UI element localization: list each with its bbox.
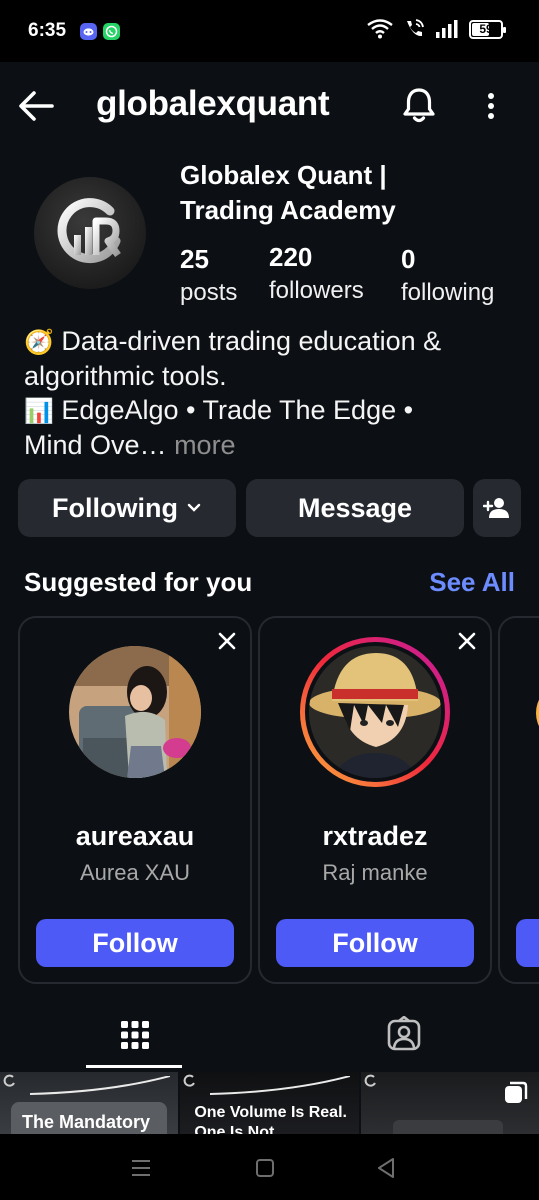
grid-post[interactable]: The Mandatory — [0, 1072, 179, 1134]
post-card-shape — [392, 1120, 503, 1134]
system-nav-bar — [0, 1134, 539, 1200]
battery-level: 59 — [479, 22, 493, 36]
suggested-title: Suggested for you — [24, 567, 253, 597]
suggestion-name: Raj manke — [322, 860, 428, 885]
post-caption-line-1: One Volume Is Real. — [194, 1104, 347, 1121]
bio-line-1: Data-driven trading education & — [61, 326, 442, 356]
post-caption: The Mandatory — [22, 1112, 151, 1132]
see-all-link[interactable]: See All — [429, 567, 515, 598]
followers-label: followers — [269, 277, 364, 304]
follow-button[interactable]: Follow — [36, 919, 234, 967]
discord-icon — [80, 23, 97, 40]
suggestion-card-partial[interactable] — [498, 616, 539, 984]
following-count: 0 — [401, 244, 416, 274]
profile-screen: globalexquant Globalex Quant | Trading A… — [0, 62, 539, 1134]
suggestion-avatar-story-ring[interactable] — [298, 635, 452, 789]
bio-line-2: algorithmic tools. — [24, 361, 227, 391]
post-caption-line-2: One Is Not — [194, 1124, 275, 1134]
close-icon[interactable] — [216, 630, 238, 652]
suggest-people-button[interactable] — [473, 479, 521, 537]
status-time: 6:35 — [28, 20, 67, 41]
grid-post[interactable] — [360, 1072, 539, 1134]
more-vertical-icon[interactable] — [476, 86, 506, 126]
stat-followers[interactable]: 220 followers — [269, 240, 364, 308]
status-bar: 6:35 59 — [0, 0, 539, 62]
bio-more-link[interactable]: more — [174, 430, 236, 460]
whatsapp-icon — [103, 23, 120, 40]
back-nav-icon[interactable] — [376, 1157, 396, 1179]
signal-icon — [436, 20, 458, 38]
add-person-icon — [483, 498, 509, 518]
suggestion-card[interactable]: aureaxau Aurea XAU Follow — [18, 616, 252, 984]
recents-icon[interactable] — [130, 1158, 152, 1178]
profile-actions: Following Message — [0, 479, 539, 537]
carousel-icon — [504, 1081, 528, 1103]
bar-chart-emoji: 📊 — [24, 397, 54, 425]
grid-icon[interactable] — [120, 1020, 150, 1050]
follow-button[interactable] — [516, 919, 539, 967]
suggestion-handle: aureaxau — [75, 821, 195, 851]
suggestion-name: Aurea XAU — [79, 860, 191, 885]
full-name-line-1: Globalex Quant | — [180, 160, 387, 190]
posts-grid: The Mandatory One Volume Is Real. One Is… — [0, 1072, 539, 1134]
following-button[interactable]: Following — [18, 479, 236, 537]
home-icon[interactable] — [255, 1158, 275, 1178]
battery-icon: 59 — [469, 19, 506, 39]
top-bar: globalexquant — [0, 62, 539, 144]
content-tabs — [0, 1002, 539, 1068]
suggestion-card[interactable]: rxtradez Raj manke Follow — [258, 616, 492, 984]
post-logo-icon — [183, 1074, 196, 1087]
wifi-call-icon — [407, 19, 424, 37]
compass-emoji: 🧭 — [24, 328, 54, 356]
posts-label: posts — [180, 279, 238, 306]
bio-line-4: Mind Ove… — [24, 430, 167, 460]
bell-icon[interactable] — [398, 84, 440, 126]
post-logo-icon — [364, 1074, 376, 1087]
active-tab-indicator — [86, 1065, 182, 1068]
stat-following[interactable]: 0 following — [401, 242, 494, 310]
close-icon[interactable] — [456, 630, 478, 652]
post-logo-icon — [3, 1074, 15, 1087]
following-button-label: Following — [52, 492, 178, 523]
wifi-icon — [367, 19, 393, 39]
full-name-line-2: Trading Academy — [180, 195, 396, 225]
profile-avatar[interactable] — [34, 177, 146, 289]
grid-post[interactable]: One Volume Is Real. One Is Not — [180, 1072, 359, 1134]
bio-line-3: EdgeAlgo • Trade The Edge • — [61, 395, 414, 425]
posts-count: 25 — [180, 244, 209, 274]
post-swoosh-decoration — [210, 1076, 351, 1095]
post-swoosh-decoration — [30, 1076, 170, 1095]
globalex-logo-icon — [57, 198, 121, 264]
suggestion-avatar[interactable] — [69, 646, 201, 778]
follow-button[interactable]: Follow — [276, 919, 474, 967]
back-arrow-icon[interactable] — [16, 86, 56, 126]
profile-bio: 🧭 Data-driven trading education & algori… — [24, 324, 524, 462]
tagged-icon[interactable] — [386, 1016, 422, 1052]
following-label: following — [401, 279, 495, 306]
message-button[interactable]: Message — [246, 479, 464, 537]
message-button-label: Message — [297, 492, 413, 523]
followers-count: 220 — [269, 242, 313, 272]
suggestion-handle: rxtradez — [322, 821, 428, 851]
stat-posts[interactable]: 25 posts — [180, 242, 237, 310]
chevron-down-icon — [187, 503, 201, 512]
profile-full-name: Globalex Quant | Trading Academy — [180, 158, 480, 228]
profile-username: globalexquant — [96, 84, 330, 123]
